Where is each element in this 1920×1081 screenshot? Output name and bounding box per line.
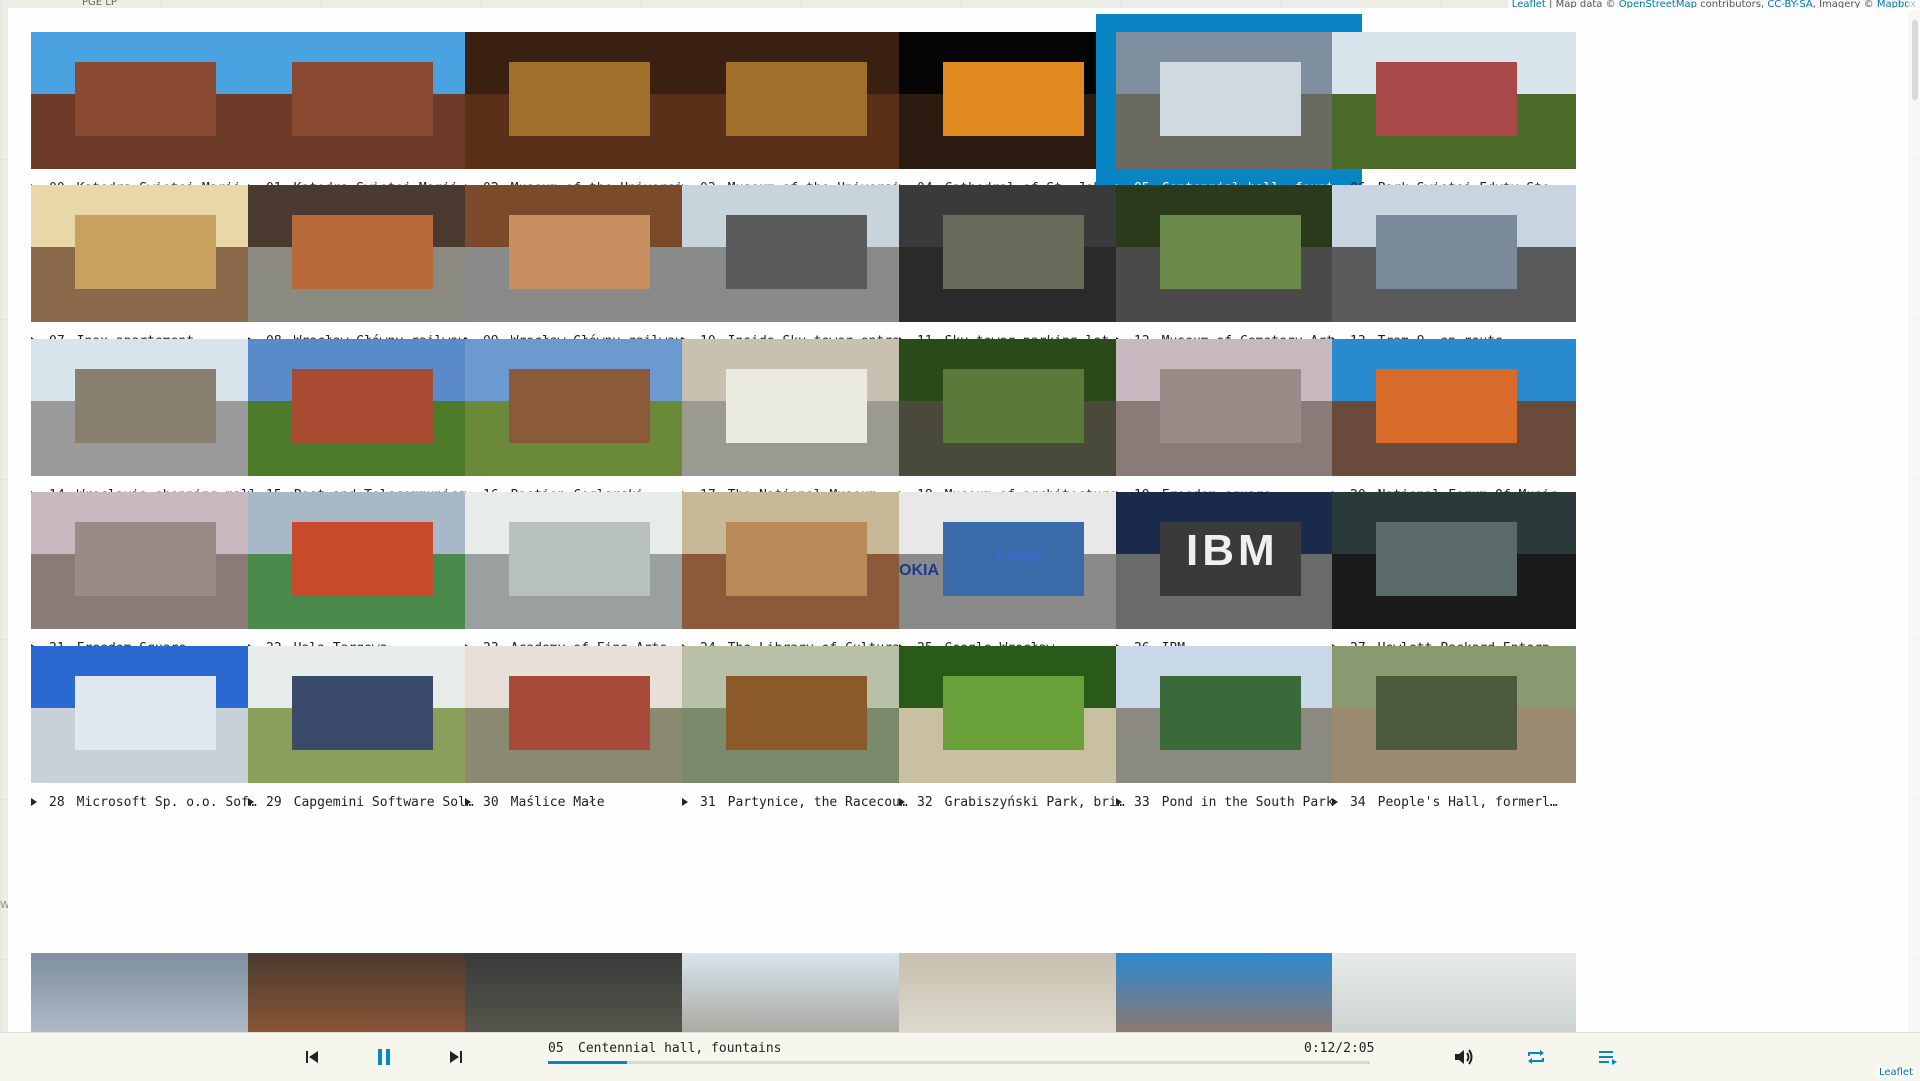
play-arrow-icon [1332,798,1338,806]
playlist-item-number: 33 [1134,794,1150,810]
thumbnail-image [1332,646,1576,783]
current-track-number: 05 [548,1041,564,1056]
playlist-panel: 00Katedra Świętej Marii Ma…01Katedra Świ… [8,8,1908,1032]
progress-fill [548,1061,627,1064]
skip-previous-icon [306,1051,318,1063]
skip-next-button[interactable] [442,1045,470,1069]
thumbnail-image [1332,953,1576,1032]
playlist-item[interactable]: 34 People's Hall, formerly … [1312,628,1578,816]
repeat-button[interactable] [1522,1045,1550,1069]
google-sign-text: Google [995,546,1043,563]
skip-previous-button[interactable] [298,1045,326,1069]
skip-next-icon [450,1051,462,1063]
playlist-item-caption: 32 Grabiszyński Park, bridg… [899,787,1125,817]
playlist-item-caption: 30 Maślice Małe [465,787,691,817]
thumbnail-image [1332,32,1576,169]
current-track-title: Centennial hall, fountains [578,1041,782,1056]
thumbnail-image [1332,339,1576,476]
play-arrow-icon [465,798,471,806]
playlist-item-caption: 33 Pond in the South Park [1116,787,1342,817]
ibm-logo-text: IBM [1186,526,1279,575]
playlist-item-number: 30 [483,794,499,810]
volume-button[interactable] [1450,1045,1478,1069]
thumbnail-image [1332,492,1576,629]
repeat-icon [1528,1050,1544,1064]
leaflet-credit[interactable]: Leaflet [1875,1067,1916,1078]
progress-bar[interactable] [548,1061,1370,1064]
playlist-icon [1599,1051,1617,1065]
playlist-item-number: 31 [700,794,716,810]
track-time: 0:12/2:05 [1304,1041,1375,1056]
playlist-item-number: 32 [917,794,933,810]
playlist-item-caption: 28 Microsoft Sp. o.o. Softw… [31,787,257,817]
play-arrow-icon [899,798,905,806]
volume-icon [1455,1049,1473,1065]
pause-button[interactable] [370,1045,398,1069]
scrollbar-thumb[interactable] [1912,20,1918,100]
playlist-item-caption: 34 People's Hall, formerly … [1332,787,1558,817]
playlist-item-caption: 29 Capgemini Software Solut… [248,787,474,817]
playlist-item-number: 28 [49,794,65,810]
thumbnail-image [1332,185,1576,322]
nokia-sign-text: OKIA [899,562,939,579]
map-place-label: PGE LP [82,0,117,8]
playlist-item-title: People's Hall, formerly … [1377,794,1558,810]
playlist-item-number: 34 [1350,794,1366,810]
playlist-item[interactable] [1312,935,1578,1032]
play-arrow-icon [31,798,37,806]
playlist-button[interactable] [1594,1045,1622,1069]
player-bar: 05 Centennial hall, fountains 0:12/2:05 [0,1032,1920,1081]
play-arrow-icon [1116,798,1122,806]
vertical-scrollbar[interactable] [1908,0,1920,1032]
playlist-item-caption: 31 Partynice, the Racecourse [682,787,908,817]
play-arrow-icon [682,798,688,806]
playlist-item-number: 29 [266,794,282,810]
pause-icon [378,1049,390,1065]
play-arrow-icon [248,798,254,806]
